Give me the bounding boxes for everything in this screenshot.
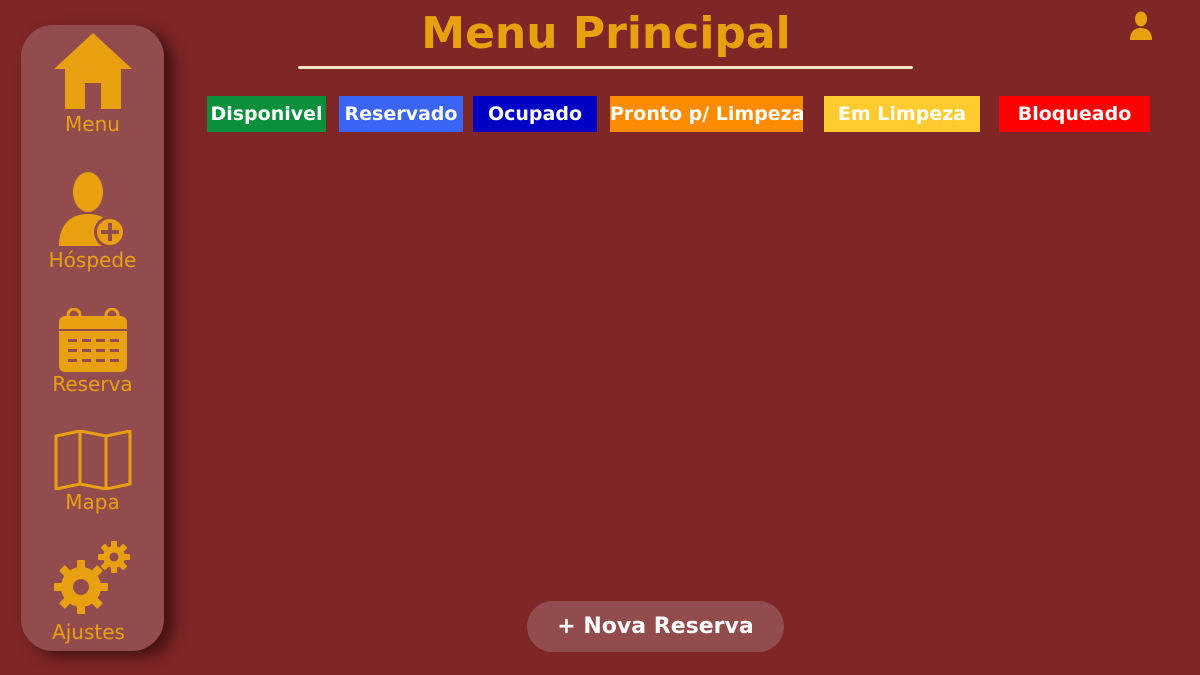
status-badge-disponivel: Disponivel	[207, 96, 326, 132]
status-badge-bloqueado: Bloqueado	[999, 96, 1150, 132]
user-account-icon[interactable]	[1129, 11, 1153, 41]
sidebar-item-mapa[interactable]: Mapa	[21, 425, 164, 525]
calendar-icon	[59, 308, 127, 372]
sidebar-item-reserva[interactable]: Reserva	[21, 305, 164, 405]
sidebar-item-label: Mapa	[65, 490, 120, 514]
status-badge-ocupado: Ocupado	[473, 96, 597, 132]
sidebar-item-ajustes[interactable]: Ajustes	[21, 535, 164, 651]
sidebar: Menu Hóspede Reserva Mapa Ajustes	[21, 25, 164, 651]
sidebar-item-hospede[interactable]: Hóspede	[21, 165, 164, 275]
sidebar-item-label: Reserva	[52, 372, 133, 396]
status-badge-pronto-limpeza: Pronto p/ Limpeza	[610, 96, 803, 132]
add-user-icon	[59, 172, 126, 248]
status-badge-reservado: Reservado	[339, 96, 463, 132]
title-underline	[298, 66, 913, 69]
sidebar-item-label: Ajustes	[52, 620, 125, 644]
new-reserva-button[interactable]: + Nova Reserva	[527, 601, 784, 652]
status-badge-em-limpeza: Em Limpeza	[824, 96, 980, 132]
sidebar-item-label: Menu	[65, 112, 120, 136]
page-title: Menu Principal	[421, 8, 791, 59]
sidebar-item-label: Hóspede	[48, 248, 137, 272]
sidebar-item-menu[interactable]: Menu	[21, 25, 164, 145]
map-icon	[54, 430, 132, 490]
gears-icon	[54, 541, 130, 614]
home-icon	[54, 33, 132, 109]
